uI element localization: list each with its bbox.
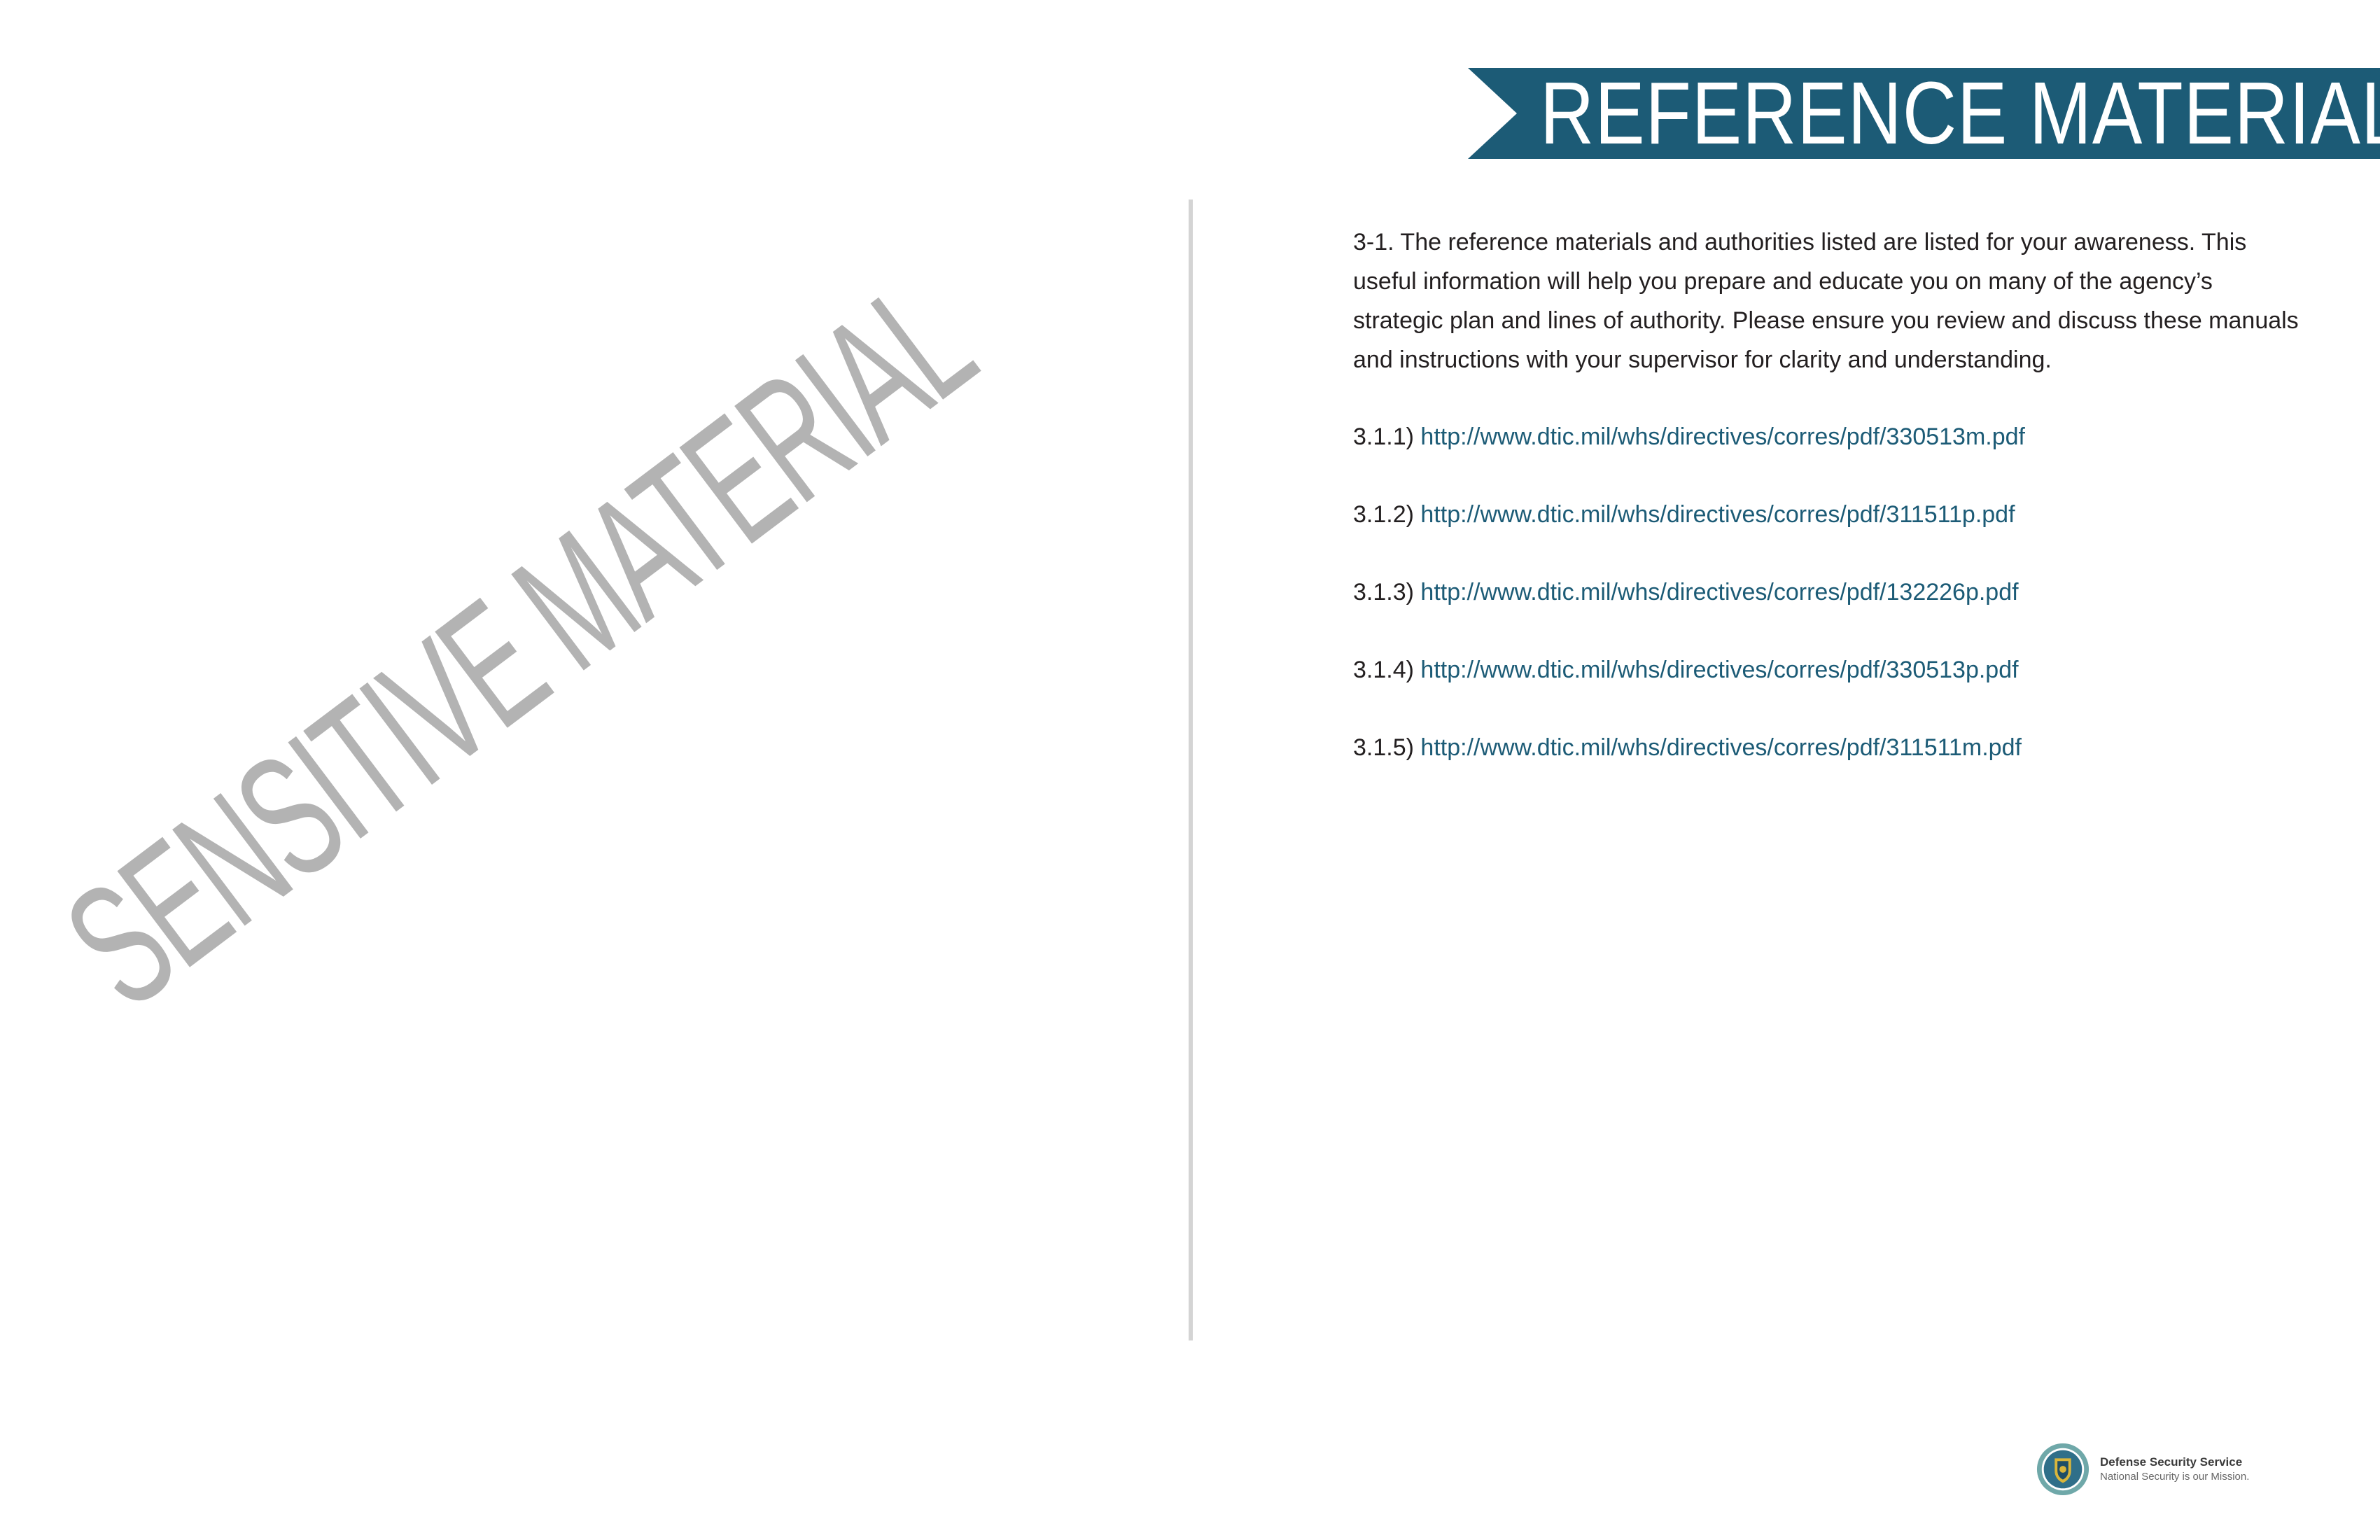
reference-link[interactable]: http://www.dtic.mil/whs/directives/corre… bbox=[1420, 657, 2018, 683]
reference-link[interactable]: http://www.dtic.mil/whs/directives/corre… bbox=[1420, 579, 2018, 606]
dss-seal-icon bbox=[2036, 1443, 2090, 1496]
reference-number: 3.1.2) bbox=[1353, 501, 1414, 528]
reference-link[interactable]: http://www.dtic.mil/whs/directives/corre… bbox=[1420, 424, 2025, 450]
reference-item: 3.1.1) http://www.dtic.mil/whs/directive… bbox=[1353, 417, 2305, 456]
reference-item: 3.1.3) http://www.dtic.mil/whs/directive… bbox=[1353, 573, 2305, 612]
page-title: REFERENCE MATERIALS bbox=[1540, 64, 2380, 162]
watermark-text: SENSITIVE MATERIAL bbox=[32, 244, 1004, 1044]
reference-link[interactable]: http://www.dtic.mil/whs/directives/corre… bbox=[1420, 734, 2022, 761]
reference-number: 3.1.4) bbox=[1353, 657, 1414, 683]
reference-number: 3.1.3) bbox=[1353, 579, 1414, 606]
reference-link[interactable]: http://www.dtic.mil/whs/directives/corre… bbox=[1420, 501, 2015, 528]
footer-logo: Defense Security Service National Securi… bbox=[2036, 1442, 2249, 1497]
page-divider bbox=[1189, 200, 1193, 1340]
org-name: Defense Security Service bbox=[2100, 1455, 2243, 1469]
reference-item: 3.1.4) http://www.dtic.mil/whs/directive… bbox=[1353, 650, 2305, 690]
intro-paragraph: 3-1. The reference materials and authori… bbox=[1353, 229, 2299, 373]
reference-content: 3-1. The reference materials and authori… bbox=[1353, 223, 2305, 806]
reference-number: 3.1.5) bbox=[1353, 734, 1414, 761]
reference-item: 3.1.2) http://www.dtic.mil/whs/directive… bbox=[1353, 495, 2305, 534]
org-tagline: National Security is our Mission. bbox=[2100, 1471, 2250, 1483]
reference-number: 3.1.1) bbox=[1353, 424, 1414, 450]
sensitive-material-watermark: SENSITIVE MATERIAL bbox=[0, 45, 1267, 1243]
reference-item: 3.1.5) http://www.dtic.mil/whs/directive… bbox=[1353, 728, 2305, 767]
